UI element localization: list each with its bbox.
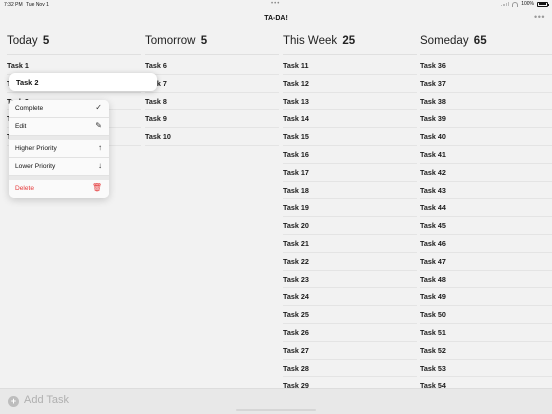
task-row[interactable]: Task 14: [283, 110, 417, 129]
task-row[interactable]: Task 52: [420, 342, 552, 360]
task-row[interactable]: Task 25: [283, 306, 417, 324]
multitask-dots-icon[interactable]: •••: [271, 1, 280, 7]
task-row[interactable]: Task 15: [283, 128, 417, 146]
menu-item-label: Edit: [15, 123, 27, 130]
menu-item-label: Lower Priority: [15, 163, 56, 170]
status-time: 7:32 PM: [4, 2, 23, 8]
app-title: TA-DA!: [264, 15, 288, 22]
task-row[interactable]: Task 36: [420, 57, 552, 75]
task-row[interactable]: Task 40: [420, 128, 552, 146]
add-task-input[interactable]: Add Task: [24, 394, 69, 406]
task-row[interactable]: Task 42: [420, 164, 552, 182]
task-row[interactable]: Task 41: [420, 146, 552, 164]
column-title: Today: [7, 35, 38, 47]
task-row[interactable]: Task 48: [420, 271, 552, 289]
task-row[interactable]: Task 6: [145, 57, 279, 75]
column-count: 5: [42, 35, 50, 47]
status-bar: 7:32 PM Tue Nov 1 ••• 100%: [0, 0, 552, 9]
column-divider: [7, 54, 141, 55]
task-row[interactable]: Task 18: [283, 182, 417, 200]
task-row[interactable]: Task 47: [420, 253, 552, 271]
task-row[interactable]: Task 20: [283, 217, 417, 235]
column-divider: [420, 54, 552, 55]
status-indicators: 100%: [501, 1, 549, 7]
task-row[interactable]: Task 27: [283, 342, 417, 360]
column-count: 25: [342, 35, 356, 47]
lifted-task-card[interactable]: Task 2: [9, 73, 157, 91]
menu-item-label: Complete: [15, 105, 44, 112]
menu-item-higher-priority[interactable]: Higher Priority ↑: [9, 140, 109, 158]
battery-percent: 100%: [521, 1, 534, 7]
task-row[interactable]: Task 8: [145, 93, 279, 111]
context-menu: Complete ✓ Edit ✎ Higher Priority ↑ Lowe…: [9, 100, 109, 198]
task-row[interactable]: Task 50: [420, 306, 552, 324]
column-header-this-week: This Week 25: [283, 35, 355, 47]
task-row[interactable]: Task 44: [420, 199, 552, 218]
menu-item-lower-priority[interactable]: Lower Priority ↓: [9, 158, 109, 176]
task-row[interactable]: Task 22: [283, 253, 417, 271]
task-row[interactable]: Task 9: [145, 110, 279, 129]
app-window: 7:32 PM Tue Nov 1 ••• 100% TA-DA! ••• To…: [0, 0, 552, 414]
column-someday: Someday 65 Task 36 Task 37 Task 38 Task 39 T…: [420, 30, 552, 396]
trash-icon: 🗑: [91, 183, 102, 192]
task-row[interactable]: Task 39: [420, 110, 552, 129]
wifi-icon: [512, 1, 519, 7]
task-row[interactable]: Task 21: [283, 235, 417, 253]
column-title: Tomorrow: [145, 35, 196, 47]
task-row[interactable]: Task 24: [283, 288, 417, 307]
task-row[interactable]: Task 51: [420, 324, 552, 342]
signal-icon: [501, 2, 510, 6]
menu-item-complete[interactable]: Complete ✓: [9, 100, 109, 118]
task-row[interactable]: Task 11: [283, 57, 417, 75]
column-count: 65: [473, 35, 487, 47]
task-row[interactable]: Task 26: [283, 324, 417, 342]
task-row[interactable]: Task 19: [283, 199, 417, 218]
column-header-tomorrow: Tomorrow 5: [145, 35, 207, 47]
ellipsis-icon[interactable]: •••: [534, 12, 545, 22]
menu-item-edit[interactable]: Edit ✎: [9, 118, 109, 136]
column-header-today: Today 5: [7, 35, 49, 47]
task-row[interactable]: Task 49: [420, 288, 552, 307]
task-row[interactable]: Task 10: [145, 128, 279, 146]
menu-item-label: Higher Priority: [15, 145, 57, 152]
checkmark-icon: ✓: [95, 103, 102, 112]
plus-circle-icon[interactable]: +: [8, 396, 19, 407]
task-row[interactable]: Task 43: [420, 182, 552, 200]
task-row[interactable]: Task 45: [420, 217, 552, 235]
menu-item-label: Delete: [15, 185, 35, 192]
task-row[interactable]: Task 28: [283, 360, 417, 378]
task-row[interactable]: Task 16: [283, 146, 417, 164]
task-row[interactable]: Task 12: [283, 75, 417, 93]
task-row[interactable]: Task 23: [283, 271, 417, 289]
status-date: Tue Nov 1: [26, 2, 49, 8]
column-divider: [283, 54, 417, 55]
menu-item-delete[interactable]: Delete 🗑: [9, 180, 109, 198]
column-count: 5: [200, 35, 208, 47]
task-row[interactable]: Task 7: [145, 75, 279, 93]
arrow-down-icon: ↓: [98, 161, 102, 170]
column-title: Someday: [420, 35, 469, 47]
pencil-icon: ✎: [95, 121, 102, 130]
column-divider: [145, 54, 279, 55]
column-title: This Week: [283, 35, 338, 47]
nav-bar: TA-DA! •••: [0, 9, 552, 29]
task-row[interactable]: Task 38: [420, 93, 552, 111]
task-row[interactable]: Task 46: [420, 235, 552, 253]
column-tomorrow: Tomorrow 5 Task 6Task 7Task 8Task 9Task …: [145, 30, 279, 387]
arrow-up-icon: ↑: [98, 143, 102, 152]
task-row[interactable]: Task 37: [420, 75, 552, 93]
task-row[interactable]: Task 13: [283, 93, 417, 111]
battery-icon: [537, 1, 549, 7]
column-header-someday: Someday 65: [420, 35, 487, 47]
column-this-week: This Week 25 Task 11 Task 12 Task 13 Task 1…: [283, 30, 417, 396]
task-row[interactable]: Task 53: [420, 360, 552, 378]
home-indicator: [236, 409, 316, 411]
task-row[interactable]: Task 17: [283, 164, 417, 182]
